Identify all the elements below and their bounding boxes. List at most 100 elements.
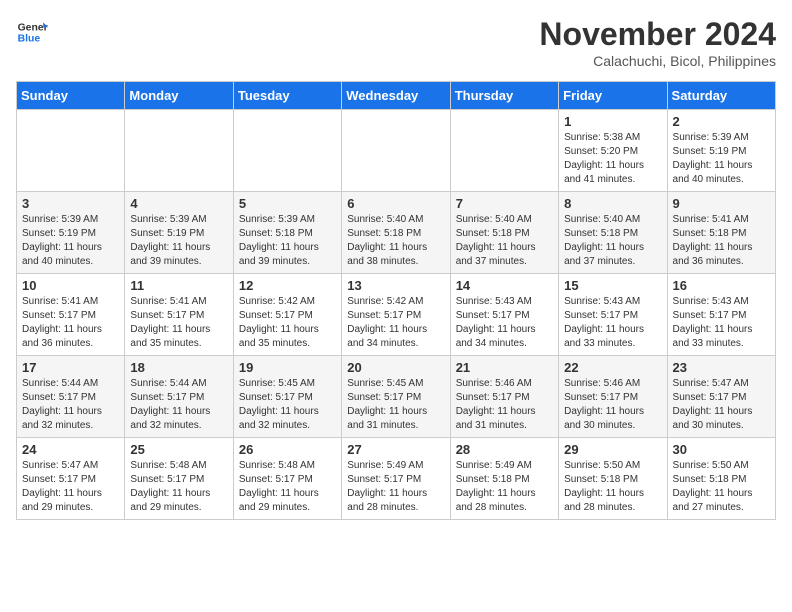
weekday-thursday: Thursday bbox=[450, 82, 558, 110]
week-row-5: 24Sunrise: 5:47 AM Sunset: 5:17 PM Dayli… bbox=[17, 438, 776, 520]
day-info: Sunrise: 5:49 AM Sunset: 5:17 PM Dayligh… bbox=[347, 459, 444, 515]
day-number: 22 bbox=[564, 360, 661, 375]
week-row-1: 1 Sunrise: 5:38 AM Sunset: 5:20 PM Daylig… bbox=[17, 110, 776, 192]
calendar-cell: 27 Sunrise: 5:49 AM Sunset: 5:17 PM Dayli… bbox=[342, 438, 450, 520]
day-info: Sunrise: 5:40 AM Sunset: 5:18 PM Dayligh… bbox=[456, 213, 553, 269]
day-number: 4 bbox=[130, 196, 227, 211]
calendar-cell: 19 Sunrise: 5:45 AM Sunset: 5:17 PM Dayli… bbox=[233, 356, 341, 438]
day-info: Sunrise: 5:39 AM Sunset: 5:19 PM Dayligh… bbox=[673, 131, 770, 187]
day-info: Sunrise: 5:50 AM Sunset: 5:18 PM Dayligh… bbox=[564, 459, 661, 515]
calendar-cell: 3Sunrise: 5:39 AM Sunset: 5:19 PM Daylig… bbox=[17, 192, 125, 274]
calendar-cell bbox=[125, 110, 233, 192]
location: Calachuchi, Bicol, Philippines bbox=[539, 53, 776, 69]
calendar-cell: 2Sunrise: 5:39 AM Sunset: 5:19 PM Daylig… bbox=[667, 110, 775, 192]
calendar-cell: 13 Sunrise: 5:42 AM Sunset: 5:17 PM Dayli… bbox=[342, 274, 450, 356]
weekday-monday: Monday bbox=[125, 82, 233, 110]
page-header: General Blue November 2024 Calachuchi, B… bbox=[16, 16, 776, 69]
logo-icon: General Blue bbox=[16, 16, 48, 48]
day-number: 6 bbox=[347, 196, 444, 211]
day-number: 25 bbox=[130, 442, 227, 457]
day-number: 11 bbox=[130, 278, 227, 293]
calendar-cell: 16 Sunrise: 5:43 AM Sunset: 5:17 PM Dayli… bbox=[667, 274, 775, 356]
day-number: 16 bbox=[673, 278, 770, 293]
day-info: Sunrise: 5:40 AM Sunset: 5:18 PM Dayligh… bbox=[564, 213, 661, 269]
calendar-cell: 21 Sunrise: 5:46 AM Sunset: 5:17 PM Dayli… bbox=[450, 356, 558, 438]
day-info: Sunrise: 5:48 AM Sunset: 5:17 PM Dayligh… bbox=[130, 459, 227, 515]
day-number: 17 bbox=[22, 360, 119, 375]
day-number: 15 bbox=[564, 278, 661, 293]
calendar-cell: 17Sunrise: 5:44 AM Sunset: 5:17 PM Dayli… bbox=[17, 356, 125, 438]
calendar-cell: 24Sunrise: 5:47 AM Sunset: 5:17 PM Dayli… bbox=[17, 438, 125, 520]
calendar-cell: 12 Sunrise: 5:42 AM Sunset: 5:17 PM Dayli… bbox=[233, 274, 341, 356]
day-number: 30 bbox=[673, 442, 770, 457]
calendar-cell: 8 Sunrise: 5:40 AM Sunset: 5:18 PM Daylig… bbox=[559, 192, 667, 274]
day-number: 18 bbox=[130, 360, 227, 375]
day-number: 27 bbox=[347, 442, 444, 457]
day-number: 7 bbox=[456, 196, 553, 211]
day-info: Sunrise: 5:48 AM Sunset: 5:17 PM Dayligh… bbox=[239, 459, 336, 515]
day-info: Sunrise: 5:46 AM Sunset: 5:17 PM Dayligh… bbox=[456, 377, 553, 433]
day-info: Sunrise: 5:41 AM Sunset: 5:18 PM Dayligh… bbox=[673, 213, 770, 269]
weekday-wednesday: Wednesday bbox=[342, 82, 450, 110]
day-info: Sunrise: 5:42 AM Sunset: 5:17 PM Dayligh… bbox=[347, 295, 444, 351]
weekday-header-row: SundayMondayTuesdayWednesdayThursdayFrid… bbox=[17, 82, 776, 110]
day-info: Sunrise: 5:45 AM Sunset: 5:17 PM Dayligh… bbox=[239, 377, 336, 433]
day-info: Sunrise: 5:43 AM Sunset: 5:17 PM Dayligh… bbox=[673, 295, 770, 351]
day-info: Sunrise: 5:42 AM Sunset: 5:17 PM Dayligh… bbox=[239, 295, 336, 351]
svg-text:Blue: Blue bbox=[18, 34, 41, 45]
calendar-cell bbox=[342, 110, 450, 192]
calendar-cell: 14Sunrise: 5:43 AM Sunset: 5:17 PM Dayli… bbox=[450, 274, 558, 356]
day-number: 29 bbox=[564, 442, 661, 457]
day-info: Sunrise: 5:47 AM Sunset: 5:17 PM Dayligh… bbox=[673, 377, 770, 433]
day-info: Sunrise: 5:41 AM Sunset: 5:17 PM Dayligh… bbox=[130, 295, 227, 351]
calendar-cell: 23 Sunrise: 5:47 AM Sunset: 5:17 PM Dayli… bbox=[667, 356, 775, 438]
day-info: Sunrise: 5:43 AM Sunset: 5:17 PM Dayligh… bbox=[456, 295, 553, 351]
day-number: 13 bbox=[347, 278, 444, 293]
day-info: Sunrise: 5:40 AM Sunset: 5:18 PM Dayligh… bbox=[347, 213, 444, 269]
calendar-cell bbox=[17, 110, 125, 192]
day-info: Sunrise: 5:47 AM Sunset: 5:17 PM Dayligh… bbox=[22, 459, 119, 515]
day-number: 12 bbox=[239, 278, 336, 293]
weekday-saturday: Saturday bbox=[667, 82, 775, 110]
calendar-cell: 5 Sunrise: 5:39 AM Sunset: 5:18 PM Daylig… bbox=[233, 192, 341, 274]
day-number: 10 bbox=[22, 278, 119, 293]
calendar-cell: 11 Sunrise: 5:41 AM Sunset: 5:17 PM Dayli… bbox=[125, 274, 233, 356]
calendar-cell: 10 Sunrise: 5:41 AM Sunset: 5:17 PM Dayli… bbox=[17, 274, 125, 356]
calendar-cell: 15 Sunrise: 5:43 AM Sunset: 5:17 PM Dayli… bbox=[559, 274, 667, 356]
calendar-cell: 22Sunrise: 5:46 AM Sunset: 5:17 PM Dayli… bbox=[559, 356, 667, 438]
day-info: Sunrise: 5:39 AM Sunset: 5:19 PM Dayligh… bbox=[130, 213, 227, 269]
day-info: Sunrise: 5:39 AM Sunset: 5:19 PM Dayligh… bbox=[22, 213, 119, 269]
calendar-cell bbox=[450, 110, 558, 192]
week-row-3: 10 Sunrise: 5:41 AM Sunset: 5:17 PM Dayli… bbox=[17, 274, 776, 356]
calendar-cell: 9 Sunrise: 5:41 AM Sunset: 5:18 PM Daylig… bbox=[667, 192, 775, 274]
day-info: Sunrise: 5:39 AM Sunset: 5:18 PM Dayligh… bbox=[239, 213, 336, 269]
day-number: 23 bbox=[673, 360, 770, 375]
day-number: 1 bbox=[564, 114, 661, 129]
day-number: 19 bbox=[239, 360, 336, 375]
calendar-cell: 25 Sunrise: 5:48 AM Sunset: 5:17 PM Dayli… bbox=[125, 438, 233, 520]
day-number: 20 bbox=[347, 360, 444, 375]
calendar-cell: 7 Sunrise: 5:40 AM Sunset: 5:18 PM Daylig… bbox=[450, 192, 558, 274]
day-info: Sunrise: 5:45 AM Sunset: 5:17 PM Dayligh… bbox=[347, 377, 444, 433]
day-info: Sunrise: 5:38 AM Sunset: 5:20 PM Dayligh… bbox=[564, 131, 661, 187]
weekday-friday: Friday bbox=[559, 82, 667, 110]
calendar-table: SundayMondayTuesdayWednesdayThursdayFrid… bbox=[16, 81, 776, 520]
day-info: Sunrise: 5:41 AM Sunset: 5:17 PM Dayligh… bbox=[22, 295, 119, 351]
calendar-cell: 28Sunrise: 5:49 AM Sunset: 5:18 PM Dayli… bbox=[450, 438, 558, 520]
calendar-cell: 29 Sunrise: 5:50 AM Sunset: 5:18 PM Dayli… bbox=[559, 438, 667, 520]
logo: General Blue bbox=[16, 16, 48, 48]
week-row-2: 3Sunrise: 5:39 AM Sunset: 5:19 PM Daylig… bbox=[17, 192, 776, 274]
week-row-4: 17 Sunrise: 5:44 AM Sunset: 5:17 PM Dayli… bbox=[17, 356, 776, 438]
day-number: 21 bbox=[456, 360, 553, 375]
day-info: Sunrise: 5:44 AM Sunset: 5:17 PM Dayligh… bbox=[130, 377, 227, 433]
day-number: 28 bbox=[456, 442, 553, 457]
day-number: 8 bbox=[564, 196, 661, 211]
weekday-sunday: Sunday bbox=[17, 82, 125, 110]
day-number: 9 bbox=[673, 196, 770, 211]
day-number: 26 bbox=[239, 442, 336, 457]
day-info: Sunrise: 5:43 AM Sunset: 5:17 PM Dayligh… bbox=[564, 295, 661, 351]
calendar-cell: 4 Sunrise: 5:39 AM Sunset: 5:19 PM Daylig… bbox=[125, 192, 233, 274]
title-area: November 2024 Calachuchi, Bicol, Philipp… bbox=[539, 16, 776, 69]
day-number: 5 bbox=[239, 196, 336, 211]
calendar-cell: 6 Sunrise: 5:40 AM Sunset: 5:18 PM Daylig… bbox=[342, 192, 450, 274]
